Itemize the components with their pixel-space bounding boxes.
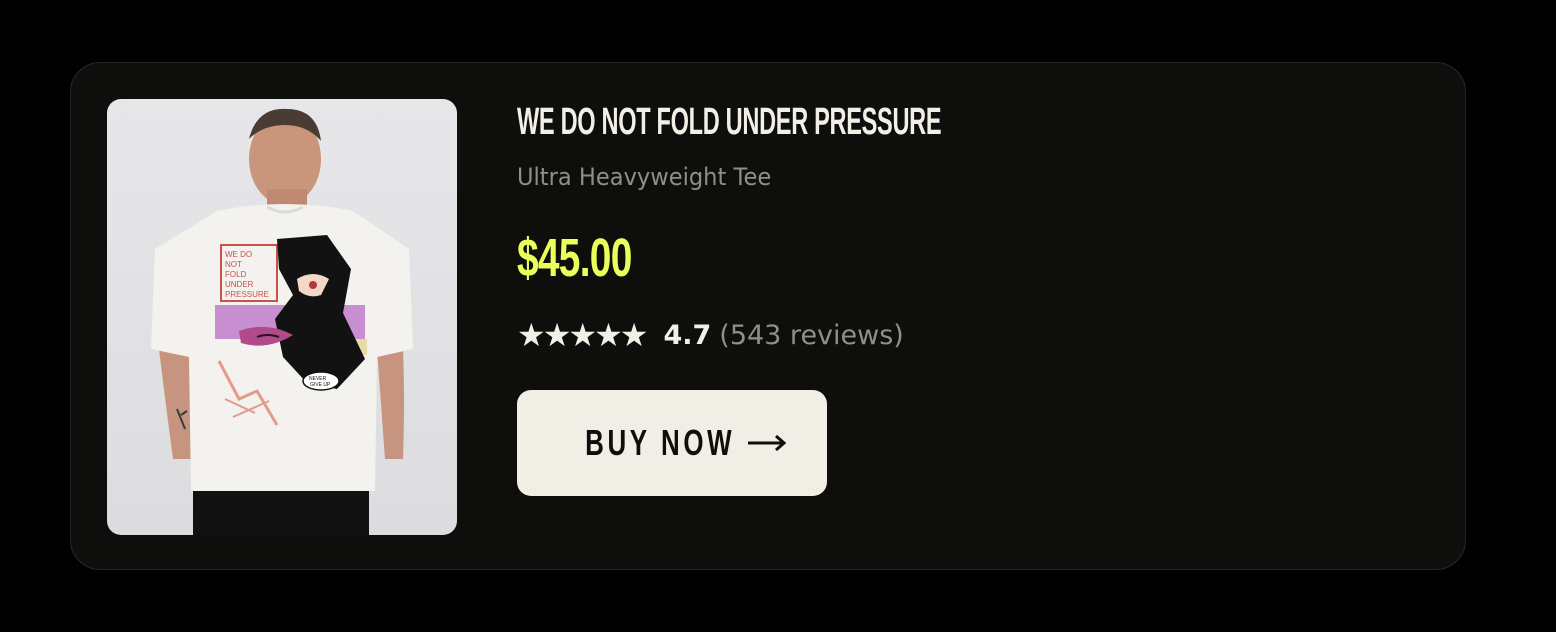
svg-text:PRESSURE: PRESSURE	[225, 290, 269, 299]
star-icon: ★	[517, 316, 546, 354]
star-icon: ★	[568, 316, 597, 354]
product-title: WE DO NOT FOLD UNDER PRESSURE	[517, 101, 942, 143]
buy-now-button[interactable]: BUY NOW	[517, 390, 827, 496]
star-icon: ★	[619, 316, 649, 354]
buy-now-label: BUY NOW	[584, 422, 736, 463]
product-image[interactable]: WE DO NOT FOLD UNDER PRESSURE NEVER GIVE…	[107, 99, 457, 535]
arrow-right-icon	[748, 434, 787, 452]
rating-row: ★ ★ ★ ★ ★ 4.7 (543 reviews)	[517, 315, 904, 355]
rating-stars: ★ ★ ★ ★ ★	[517, 316, 649, 354]
svg-text:WE DO: WE DO	[225, 250, 252, 259]
star-icon: ★	[594, 316, 623, 354]
tshirt-back-photo: WE DO NOT FOLD UNDER PRESSURE NEVER GIVE…	[151, 108, 413, 535]
product-price: $45.00	[517, 228, 632, 288]
review-count[interactable]: (543 reviews)	[719, 320, 904, 351]
star-icon: ★	[542, 316, 572, 354]
product-card: WE DO NOT FOLD UNDER PRESSURE NEVER GIVE…	[70, 62, 1466, 570]
svg-text:NOT: NOT	[225, 260, 242, 269]
svg-text:UNDER: UNDER	[225, 280, 254, 289]
svg-text:GIVE UP: GIVE UP	[310, 382, 331, 388]
rating-value: 4.7	[663, 319, 712, 351]
svg-text:FOLD: FOLD	[225, 270, 247, 279]
product-subtitle: Ultra Heavyweight Tee	[517, 163, 772, 191]
